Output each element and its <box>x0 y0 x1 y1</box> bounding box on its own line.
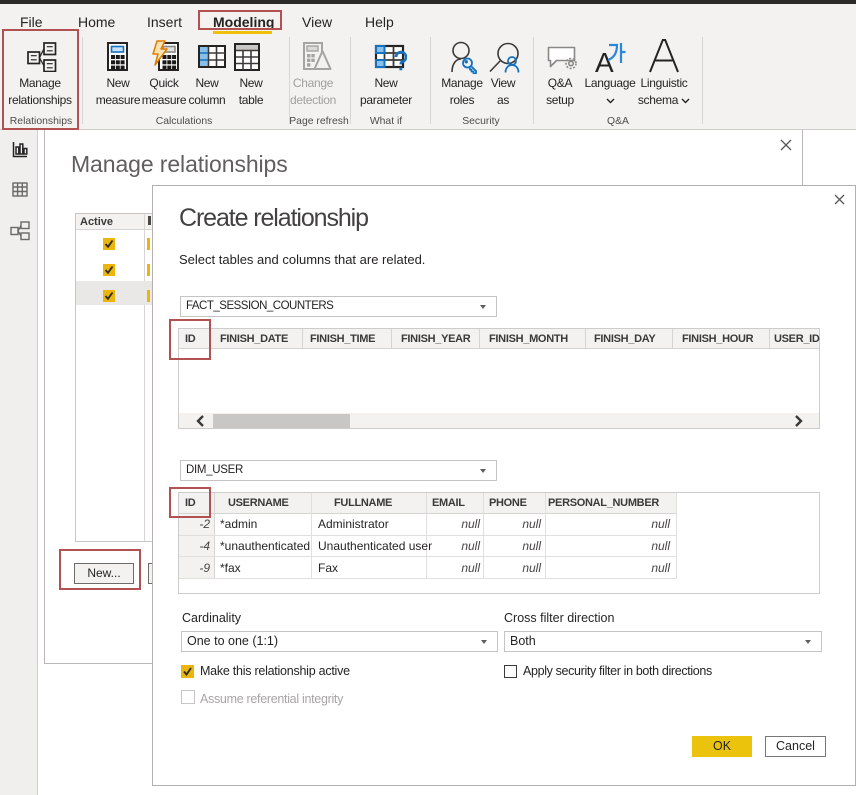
svg-text:A: A <box>595 47 614 73</box>
